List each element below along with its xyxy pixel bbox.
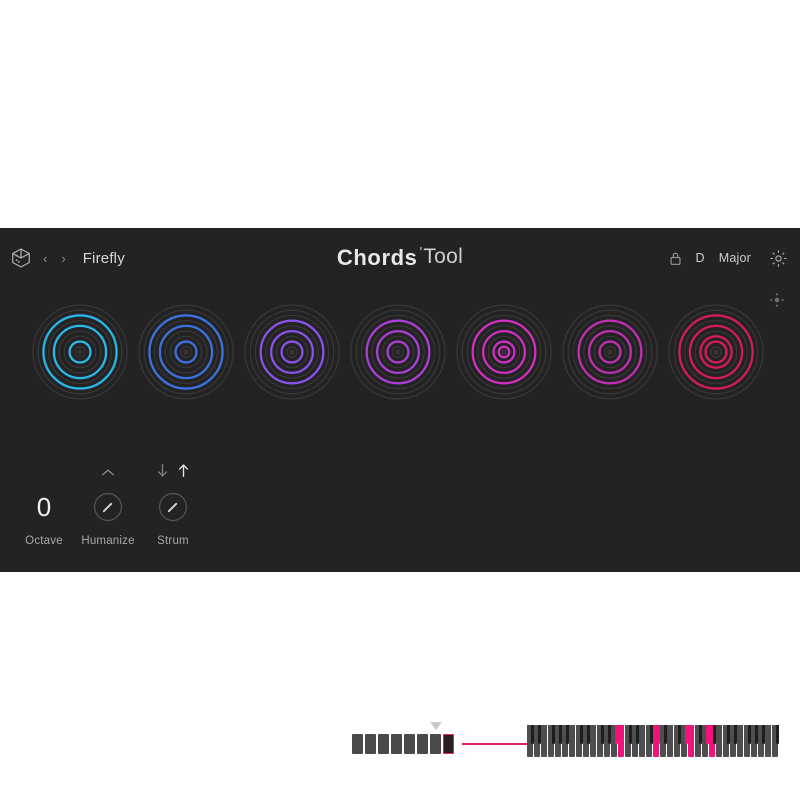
piano-black-key[interactable] [684,725,689,744]
brand-name-bold: Chords [336,245,418,270]
sequencer-step[interactable] [404,734,415,754]
play-triangle-icon [430,722,442,730]
piano-black-key[interactable] [628,725,633,744]
piano-black-key[interactable] [600,725,605,744]
piano-black-key[interactable] [677,725,682,744]
chevron-up-icon[interactable] [101,464,115,482]
octave-value[interactable]: 0 [37,494,51,520]
chord-center-dot [77,349,83,355]
piano-black-key[interactable] [663,725,668,744]
brand-tick: ' [419,244,423,261]
arrow-up-icon[interactable] [178,463,189,483]
humanize-knob[interactable] [91,490,125,524]
piano-black-key[interactable] [558,725,563,744]
piano-black-key[interactable] [705,725,710,744]
connector-line [462,743,528,745]
sequencer-step[interactable] [430,734,441,754]
piano-white-key[interactable] [639,725,645,757]
strum-label: Strum [157,535,189,547]
strum-control[interactable]: Strum [135,460,211,547]
strum-knob-wrap [135,486,211,528]
piano-black-key[interactable] [635,725,640,744]
piano-black-key[interactable] [586,725,591,744]
sequencer-step[interactable] [417,734,428,754]
header-right-group: D Major [669,228,789,288]
piano-black-key[interactable] [726,725,731,744]
brand-name-light: Tool [423,245,464,268]
piano-black-key[interactable] [712,725,717,744]
prev-preset-button[interactable]: ‹ [40,250,50,267]
bottom-controls: 0 Octave Humanize Strum [0,460,800,757]
piano-white-key[interactable] [590,725,596,757]
chord-pad-3[interactable] [240,300,344,404]
sequencer-step[interactable] [365,734,376,754]
step-list[interactable] [352,734,454,754]
chord-center-dot [289,349,295,355]
header-left-group: ‹ › Firefly [10,228,125,288]
sequencer-step[interactable] [391,734,402,754]
piano-black-key[interactable] [747,725,752,744]
piano-white-key[interactable] [569,725,575,757]
gear-icon[interactable] [765,249,788,268]
page-root: ‹ › Firefly Chords ' Tool D Major 0 Octa… [0,0,800,800]
chord-pad-7[interactable] [664,300,768,404]
chord-center-dot [183,349,189,355]
next-preset-button[interactable]: › [58,250,68,267]
chord-pad-2[interactable] [134,300,238,404]
arrow-down-icon[interactable] [157,463,168,483]
chord-center-dot [501,349,507,355]
piano-black-key[interactable] [551,725,556,744]
piano-white-key[interactable] [667,725,673,757]
piano-black-key[interactable] [656,725,661,744]
chord-pad-4[interactable] [346,300,450,404]
piano-white-key[interactable] [716,725,722,757]
chord-center-dot [713,349,719,355]
strum-knob[interactable] [156,490,190,524]
piano-black-key[interactable] [607,725,612,744]
sequencer-step[interactable] [443,734,454,754]
chord-pad-6[interactable] [558,300,662,404]
key-scale-value[interactable]: Major [719,251,751,265]
piano-black-key[interactable] [775,725,780,744]
chord-center-dot [395,349,401,355]
piano-black-key[interactable] [698,725,703,744]
sequencer-step[interactable] [378,734,389,754]
chord-pad-1[interactable] [28,300,132,404]
piano-white-key[interactable] [618,725,624,757]
piano-keyboard[interactable] [527,725,780,757]
plugin-panel: ‹ › Firefly Chords ' Tool D Major 0 Octa… [0,228,800,757]
chord-center-dot [607,349,613,355]
piano-black-key[interactable] [565,725,570,744]
piano-black-key[interactable] [649,725,654,744]
piano-black-key[interactable] [754,725,759,744]
piano-black-key[interactable] [537,725,542,744]
lock-icon[interactable] [669,251,682,266]
piano-black-key[interactable] [614,725,619,744]
piano-white-key[interactable] [737,725,743,757]
sequencer-step[interactable] [352,734,363,754]
chord-pad-row [0,300,800,410]
key-root-value[interactable]: D [696,251,705,265]
dice-icon[interactable] [10,247,32,269]
preset-name[interactable]: Firefly [83,250,125,267]
sequencer-strip [352,722,782,762]
piano-black-key[interactable] [579,725,584,744]
piano-black-key[interactable] [530,725,535,744]
piano-black-key[interactable] [761,725,766,744]
chord-pad-5[interactable] [452,300,556,404]
piano-white-key[interactable] [765,725,771,757]
piano-white-key[interactable] [541,725,547,757]
header-bar: ‹ › Firefly Chords ' Tool D Major [0,228,800,308]
piano-black-key[interactable] [733,725,738,744]
piano-white-key[interactable] [688,725,694,757]
strum-top-slot [135,460,211,486]
